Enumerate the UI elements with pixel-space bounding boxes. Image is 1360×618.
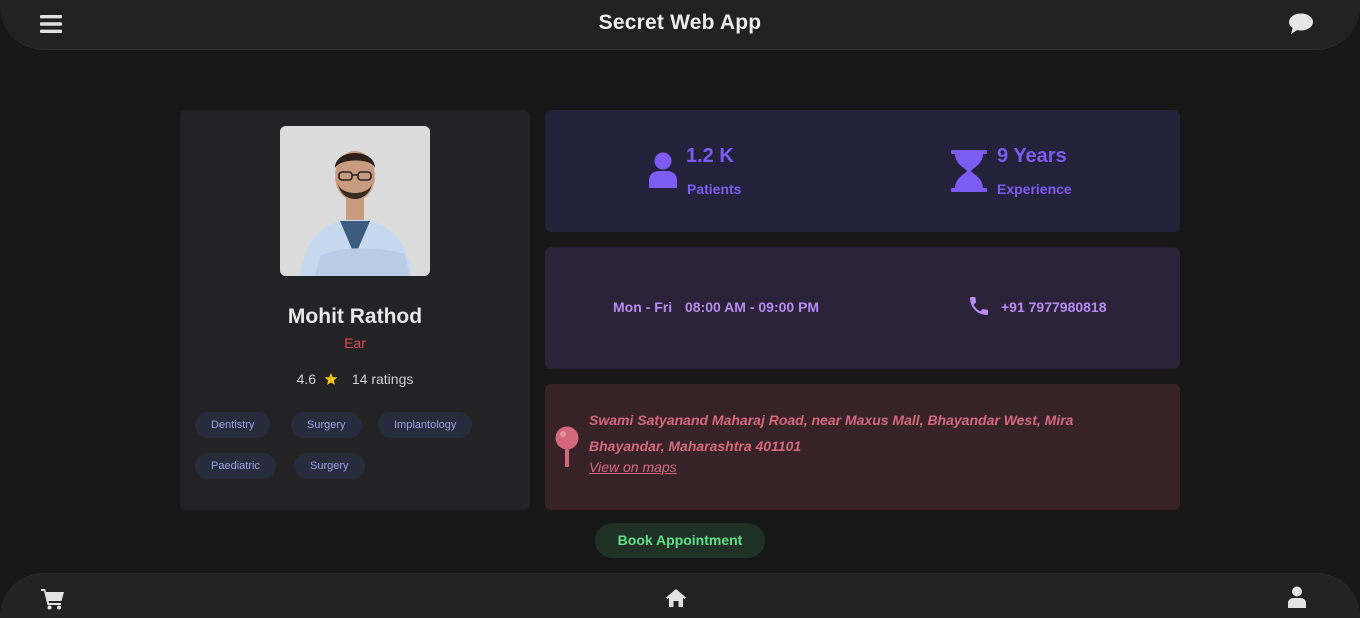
doctor-avatar — [280, 126, 430, 276]
chat-icon[interactable] — [1288, 12, 1314, 36]
user-icon — [648, 152, 678, 188]
ratings-count: 14 ratings — [351, 371, 414, 387]
patients-label: Patients — [687, 181, 742, 197]
phone-icon[interactable] — [967, 294, 991, 318]
tag-implantology[interactable]: Implantology — [378, 412, 473, 438]
bottom-nav-bar — [0, 573, 1360, 618]
home-icon[interactable] — [665, 588, 687, 608]
hourglass-icon — [951, 150, 987, 192]
tag-paediatric[interactable]: Paediatric — [195, 453, 276, 479]
cart-icon[interactable] — [41, 588, 65, 610]
top-app-bar: Secret Web App — [0, 0, 1360, 50]
map-pin-icon — [554, 425, 580, 469]
tag-dentistry[interactable]: Dentistry — [195, 412, 271, 438]
schedule-card: Mon - Fri 08:00 AM - 09:00 PM +91 797798… — [545, 247, 1180, 369]
star-icon — [324, 372, 338, 386]
rating-value: 4.6 — [296, 371, 317, 387]
address-card: Swami Satyanand Maharaj Road, near Maxus… — [545, 384, 1180, 510]
app-title: Secret Web App — [598, 11, 762, 34]
patients-count: 1.2 K — [686, 145, 734, 167]
doctor-name: Mohit Rathod — [287, 305, 423, 328]
stats-card: 1.2 K Patients 9 Years Experience — [545, 110, 1180, 232]
clinic-address: Swami Satyanand Maharaj Road, near Maxus… — [589, 412, 1074, 454]
tag-surgery[interactable]: Surgery — [291, 412, 362, 438]
view-on-maps-link[interactable]: View on maps — [589, 459, 677, 475]
user-icon[interactable] — [1288, 586, 1306, 608]
phone-number[interactable]: +91 7977980818 — [1001, 299, 1107, 315]
rating-row: 4.6 14 ratings — [180, 371, 530, 387]
working-hours: 08:00 AM - 09:00 PM — [685, 299, 820, 315]
experience-label: Experience — [997, 181, 1072, 197]
tag-surgery-2[interactable]: Surgery — [294, 453, 365, 479]
doctor-profile-card: Mohit Rathod Ear 4.6 14 ratings Dentistr… — [180, 110, 530, 510]
working-days: Mon - Fri — [613, 299, 673, 315]
experience-value: 9 Years — [997, 145, 1067, 167]
book-appointment-button[interactable]: Book Appointment — [595, 523, 765, 558]
doctor-specialty: Ear — [344, 335, 366, 351]
